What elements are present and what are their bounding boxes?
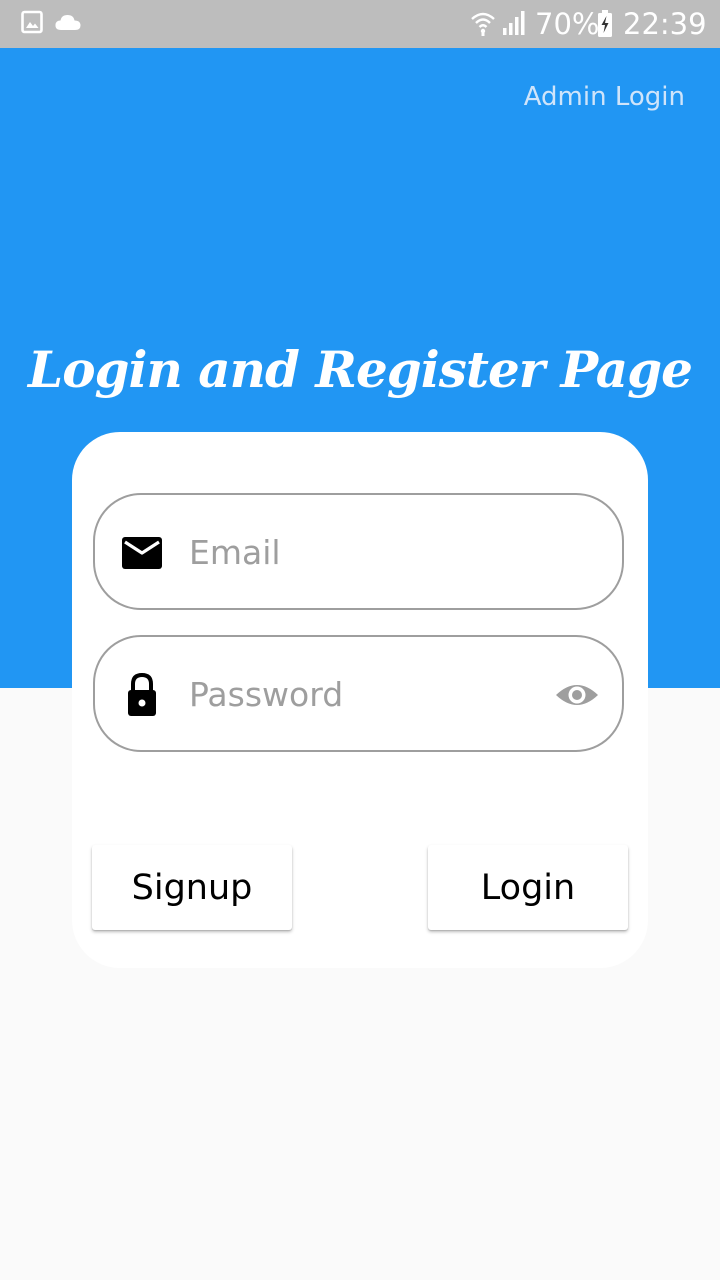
status-time: 22:39 [623, 7, 707, 41]
battery-icon [597, 10, 613, 42]
eye-icon[interactable] [554, 679, 600, 711]
battery-percentage: 70% [535, 7, 600, 41]
signal-icon [500, 10, 526, 40]
login-card: Signup Login [72, 432, 648, 968]
lock-icon [120, 671, 164, 716]
page-title: Login and Register Page [28, 340, 693, 399]
email-field[interactable] [93, 493, 624, 610]
signup-button[interactable]: Signup [92, 845, 292, 930]
password-input[interactable] [189, 665, 549, 723]
wifi-icon [470, 9, 496, 41]
password-field[interactable] [93, 635, 624, 752]
status-bar: 70% 22:39 [0, 0, 720, 48]
cloud-icon [54, 12, 82, 36]
login-button[interactable]: Login [428, 845, 628, 930]
mail-icon [120, 533, 164, 573]
gallery-icon [21, 10, 43, 38]
admin-login-link[interactable]: Admin Login [524, 80, 685, 114]
email-input[interactable] [189, 523, 549, 581]
